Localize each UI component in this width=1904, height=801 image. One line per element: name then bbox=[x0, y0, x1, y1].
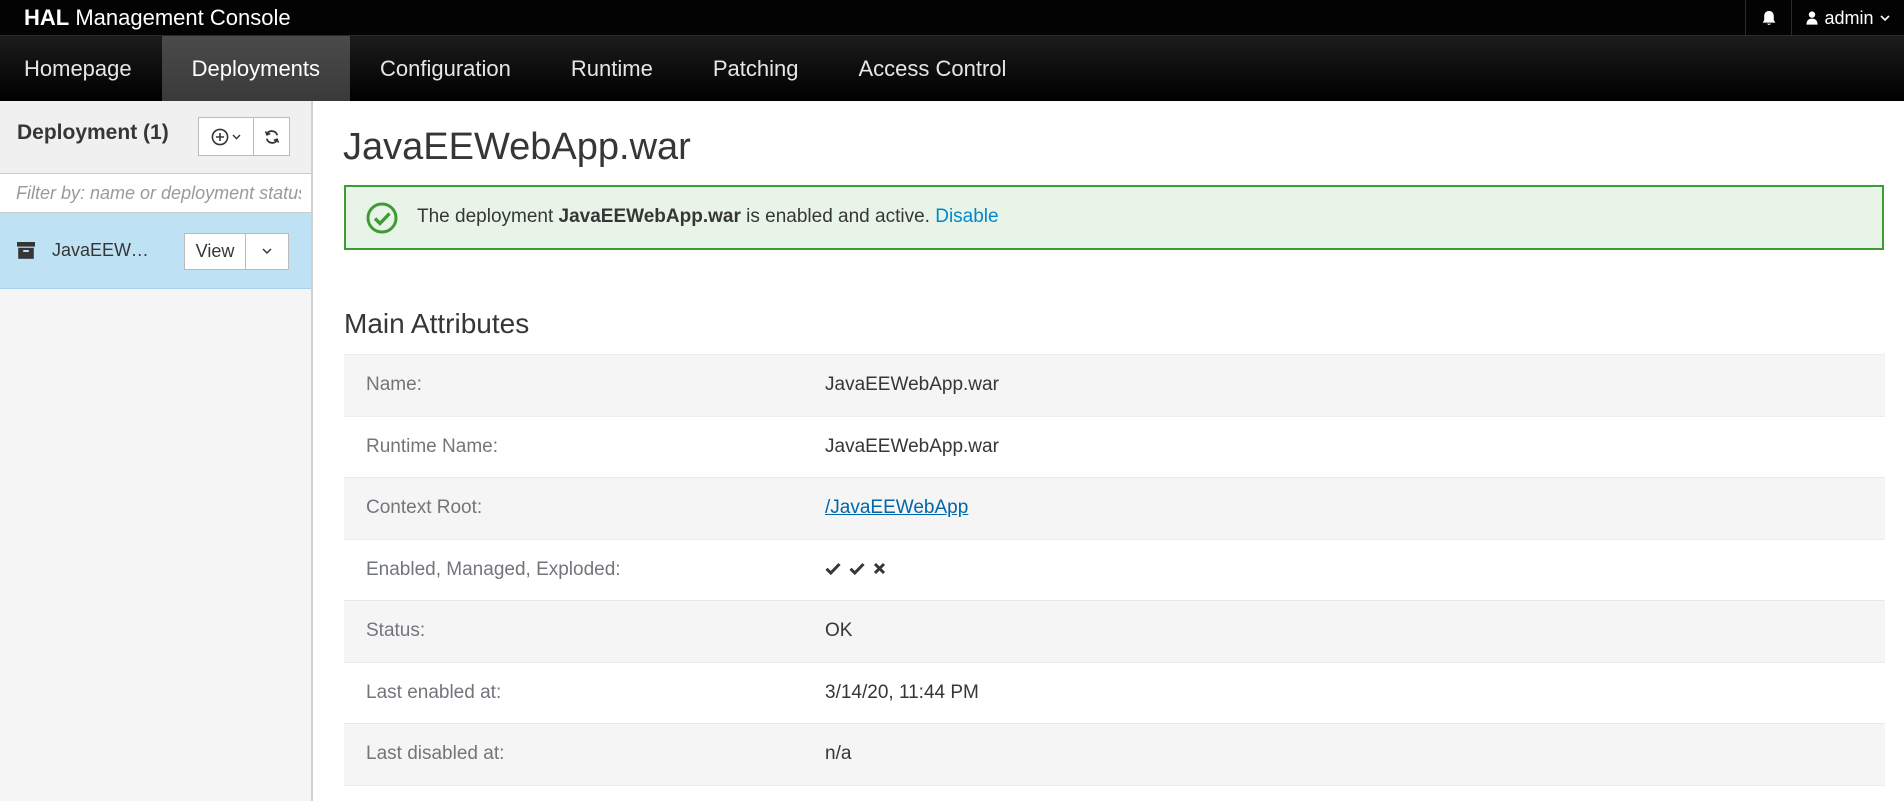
attr-value: JavaEEWebApp.war bbox=[825, 374, 999, 395]
attr-label: Enabled, Managed, Exploded: bbox=[366, 558, 621, 580]
filter-input[interactable] bbox=[0, 174, 311, 212]
attr-value: /JavaEEWebApp bbox=[825, 497, 968, 519]
deployment-column: Deployment (1) JavaEE bbox=[0, 101, 313, 801]
attr-label: Runtime Name: bbox=[366, 435, 498, 457]
context-root-link[interactable]: /JavaEEWebApp bbox=[825, 497, 968, 518]
chevron-down-icon bbox=[262, 248, 272, 255]
attributes-table: Name: JavaEEWebApp.war Runtime Name: Jav… bbox=[344, 354, 1885, 786]
table-row: Context Root: /JavaEEWebApp bbox=[344, 478, 1885, 540]
table-row: Name: JavaEEWebApp.war bbox=[344, 355, 1885, 417]
status-flags bbox=[825, 562, 886, 575]
table-row: Last enabled at: 3/14/20, 11:44 PM bbox=[344, 662, 1885, 724]
attr-value: 3/14/20, 11:44 PM bbox=[825, 681, 979, 703]
column-title: Deployment (1) bbox=[17, 121, 169, 144]
user-icon bbox=[1806, 11, 1819, 25]
main-navigation: Homepage Deployments Configuration Runti… bbox=[0, 36, 1904, 101]
brand-logo[interactable]: HAL Management Console bbox=[24, 0, 291, 36]
attr-value: JavaEEWebApp.war bbox=[825, 435, 999, 457]
table-row: Enabled, Managed, Exploded: bbox=[344, 539, 1885, 601]
attr-label: Name: bbox=[366, 374, 422, 395]
nav-tab-deployments[interactable]: Deployments bbox=[161, 36, 351, 101]
nav-tab-runtime[interactable]: Runtime bbox=[541, 36, 683, 101]
brand-name: HAL bbox=[24, 5, 70, 30]
list-item-label: JavaEEWe... bbox=[52, 240, 152, 260]
alert-message: The deployment JavaEEWebApp.war is enabl… bbox=[417, 206, 999, 228]
brand-subtitle: Management Console bbox=[75, 5, 291, 30]
page-title: JavaEEWebApp.war bbox=[343, 126, 691, 168]
disable-link[interactable]: Disable bbox=[935, 206, 998, 227]
item-actions-dropdown[interactable] bbox=[246, 233, 289, 270]
table-row: Runtime Name: JavaEEWebApp.war bbox=[344, 416, 1885, 478]
ok-circle-icon bbox=[366, 202, 398, 234]
attr-value: OK bbox=[825, 620, 853, 641]
view-button[interactable]: View bbox=[184, 233, 246, 270]
nav-tab-configuration[interactable]: Configuration bbox=[350, 36, 541, 101]
chevron-down-icon bbox=[1879, 14, 1890, 21]
refresh-icon bbox=[264, 129, 279, 144]
attr-label: Context Root: bbox=[366, 497, 483, 518]
add-circle-icon bbox=[211, 128, 229, 145]
list-item-deployment[interactable]: JavaEEWe... View bbox=[0, 213, 311, 289]
alert-deployment-name: JavaEEWebApp.war bbox=[558, 206, 741, 227]
close-icon bbox=[873, 562, 886, 574]
nav-tab-access-control[interactable]: Access Control bbox=[828, 36, 1036, 101]
alert-prefix: The deployment bbox=[417, 206, 554, 227]
notifications-button[interactable] bbox=[1745, 0, 1791, 36]
section-title: Main Attributes bbox=[344, 308, 530, 339]
attr-label: Status: bbox=[366, 620, 426, 641]
user-menu[interactable]: admin bbox=[1791, 0, 1904, 36]
add-deployment-button[interactable] bbox=[198, 117, 254, 156]
nav-tab-homepage[interactable]: Homepage bbox=[0, 36, 162, 101]
alert-suffix: is enabled and active. bbox=[746, 206, 930, 227]
nav-tab-patching[interactable]: Patching bbox=[683, 36, 829, 101]
bell-icon bbox=[1762, 10, 1775, 25]
column-header: Deployment (1) bbox=[0, 101, 311, 173]
attr-label: Last disabled at: bbox=[366, 743, 505, 764]
chevron-down-icon bbox=[232, 134, 241, 140]
refresh-button[interactable] bbox=[254, 117, 290, 156]
table-row: Last disabled at: n/a bbox=[344, 724, 1885, 786]
check-icon bbox=[849, 562, 865, 575]
archive-icon bbox=[17, 242, 35, 259]
top-bar: HAL Management Console admin bbox=[0, 0, 1904, 36]
check-icon bbox=[825, 562, 841, 575]
success-alert: The deployment JavaEEWebApp.war is enabl… bbox=[344, 185, 1884, 250]
attr-label: Last enabled at: bbox=[366, 681, 502, 703]
attr-value: n/a bbox=[825, 743, 852, 764]
filter-box bbox=[0, 173, 311, 213]
user-name: admin bbox=[1824, 7, 1874, 28]
table-row: Status: OK bbox=[344, 601, 1885, 663]
